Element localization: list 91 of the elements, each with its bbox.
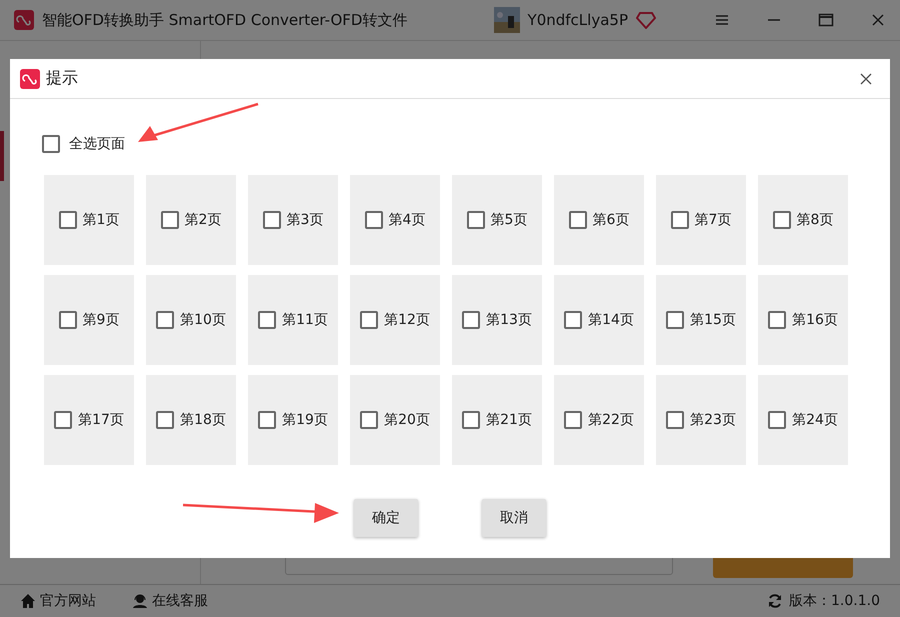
page-tile[interactable]: 第18页 <box>146 375 236 465</box>
checkbox[interactable] <box>670 211 689 229</box>
page-label: 第10页 <box>180 311 226 329</box>
page-label: 第20页 <box>384 411 430 429</box>
page-tile[interactable]: 第11页 <box>248 275 338 365</box>
page-tile[interactable]: 第22页 <box>554 375 644 465</box>
diamond-icon <box>636 11 656 29</box>
page-tile[interactable]: 第2页 <box>146 175 236 265</box>
checkbox[interactable] <box>156 411 174 429</box>
page-label: 第21页 <box>486 411 532 429</box>
close-icon[interactable] <box>860 72 872 84</box>
page-label: 第12页 <box>384 311 430 329</box>
dialog-title: 提示 <box>46 68 78 89</box>
page-label: 第13页 <box>486 311 532 329</box>
page-tile[interactable]: 第7页 <box>656 175 746 265</box>
page-label: 第5页 <box>490 211 528 229</box>
checkbox[interactable] <box>772 211 791 229</box>
page-label: 第9页 <box>82 311 120 329</box>
page-tile[interactable]: 第19页 <box>248 375 338 465</box>
checkbox[interactable] <box>666 411 684 429</box>
page-tile[interactable]: 第5页 <box>452 175 542 265</box>
checkbox[interactable] <box>564 311 582 329</box>
cancel-button[interactable]: 取消 <box>482 499 546 537</box>
confirm-button[interactable]: 确定 <box>354 499 418 537</box>
page-tile[interactable]: 第16页 <box>758 275 848 365</box>
checkbox[interactable] <box>58 211 77 229</box>
app-logo-icon <box>14 10 34 30</box>
refresh-icon[interactable] <box>767 593 784 609</box>
page-tile[interactable]: 第24页 <box>758 375 848 465</box>
page-tile[interactable]: 第23页 <box>656 375 746 465</box>
page-label: 第24页 <box>792 411 838 429</box>
status-link[interactable]: 在线客服 <box>152 592 208 610</box>
checkbox[interactable] <box>156 311 174 329</box>
maximize-icon[interactable] <box>818 12 834 28</box>
page-label: 第6页 <box>592 211 630 229</box>
page-tile[interactable]: 第9页 <box>44 275 134 365</box>
checkbox[interactable] <box>360 411 378 429</box>
page-label: 第1页 <box>82 211 120 229</box>
page-label: 第17页 <box>78 411 124 429</box>
user-name[interactable]: Y0ndfcLlya5P <box>528 11 628 29</box>
checkbox[interactable] <box>768 411 786 429</box>
support-agent-icon <box>132 593 148 609</box>
checkbox[interactable] <box>666 311 684 329</box>
status-link[interactable]: 官方网站 <box>40 592 96 610</box>
checkbox-label[interactable]: 全选页面 <box>69 135 125 153</box>
page-tile[interactable]: 第21页 <box>452 375 542 465</box>
page-tile[interactable]: 第13页 <box>452 275 542 365</box>
page-tile[interactable]: 第20页 <box>350 375 440 465</box>
page-label: 第15页 <box>690 311 736 329</box>
checkbox[interactable] <box>768 311 786 329</box>
page-tile[interactable]: 第6页 <box>554 175 644 265</box>
version-text: 版本：1.0.1.0 <box>789 592 880 610</box>
page-label: 第23页 <box>690 411 736 429</box>
page-label: 第22页 <box>588 411 634 429</box>
page-label: 第2页 <box>184 211 222 229</box>
page-tile[interactable]: 第3页 <box>248 175 338 265</box>
page-tile[interactable]: 第17页 <box>44 375 134 465</box>
checkbox[interactable] <box>360 311 378 329</box>
page-tile[interactable]: 第10页 <box>146 275 236 365</box>
checkbox[interactable] <box>42 135 60 153</box>
home-icon <box>20 593 36 609</box>
page-tile[interactable]: 第14页 <box>554 275 644 365</box>
page-tile[interactable]: 第8页 <box>758 175 848 265</box>
page-label: 第16页 <box>792 311 838 329</box>
app-title: 智能OFD转换助手 SmartOFD Converter-OFD转文件 <box>42 10 408 30</box>
page-tile[interactable]: 第1页 <box>44 175 134 265</box>
checkbox[interactable] <box>564 411 582 429</box>
page-label: 第4页 <box>388 211 426 229</box>
checkbox[interactable] <box>364 211 383 229</box>
checkbox[interactable] <box>462 411 480 429</box>
page-label: 第14页 <box>588 311 634 329</box>
close-icon[interactable] <box>870 12 886 28</box>
page-label: 第8页 <box>796 211 834 229</box>
checkbox[interactable] <box>258 411 276 429</box>
checkbox[interactable] <box>58 311 77 329</box>
checkbox[interactable] <box>262 211 281 229</box>
app-logo-icon <box>20 68 40 88</box>
checkbox[interactable] <box>568 211 587 229</box>
page-tile[interactable]: 第4页 <box>350 175 440 265</box>
page-label: 第11页 <box>282 311 328 329</box>
checkbox[interactable] <box>160 211 179 229</box>
checkbox[interactable] <box>258 311 276 329</box>
page-tile[interactable]: 第15页 <box>656 275 746 365</box>
checkbox[interactable] <box>466 211 485 229</box>
page-label: 第7页 <box>694 211 732 229</box>
page-label: 第3页 <box>286 211 324 229</box>
page-label: 第18页 <box>180 411 226 429</box>
checkbox[interactable] <box>462 311 480 329</box>
checkbox[interactable] <box>54 411 72 429</box>
page-tile[interactable]: 第12页 <box>350 275 440 365</box>
page-label: 第19页 <box>282 411 328 429</box>
